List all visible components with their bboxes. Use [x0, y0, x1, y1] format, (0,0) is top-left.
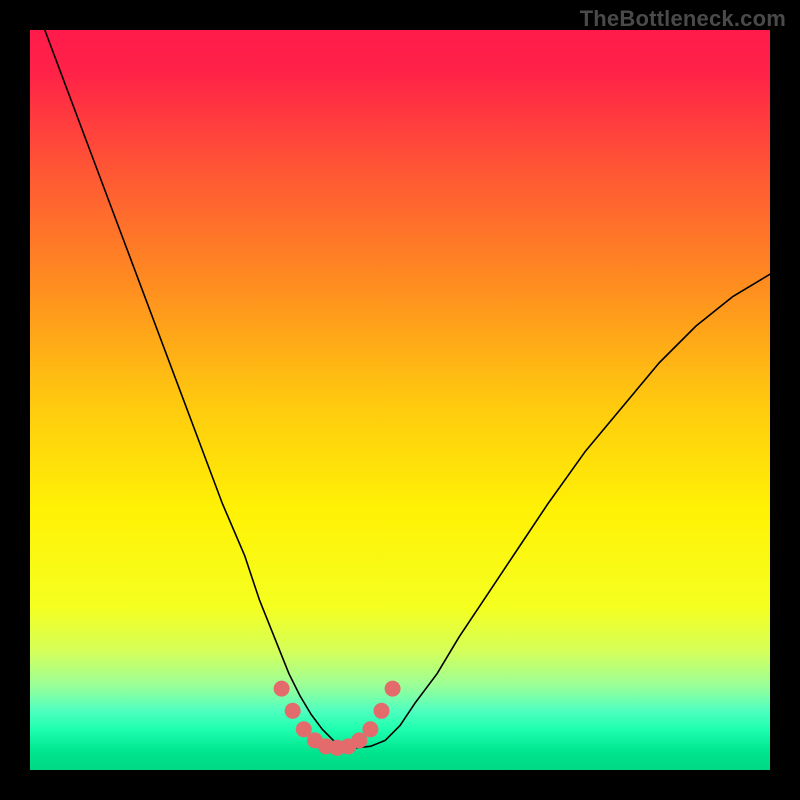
highlight-dot: [362, 721, 378, 737]
plot-area: [30, 30, 770, 770]
highlight-dot: [285, 703, 301, 719]
highlight-dot: [385, 681, 401, 697]
highlight-dot: [274, 681, 290, 697]
gradient-background: [30, 30, 770, 770]
chart-svg: [30, 30, 770, 770]
watermark-text: TheBottleneck.com: [580, 6, 786, 32]
chart-frame: TheBottleneck.com: [0, 0, 800, 800]
highlight-dot: [374, 703, 390, 719]
